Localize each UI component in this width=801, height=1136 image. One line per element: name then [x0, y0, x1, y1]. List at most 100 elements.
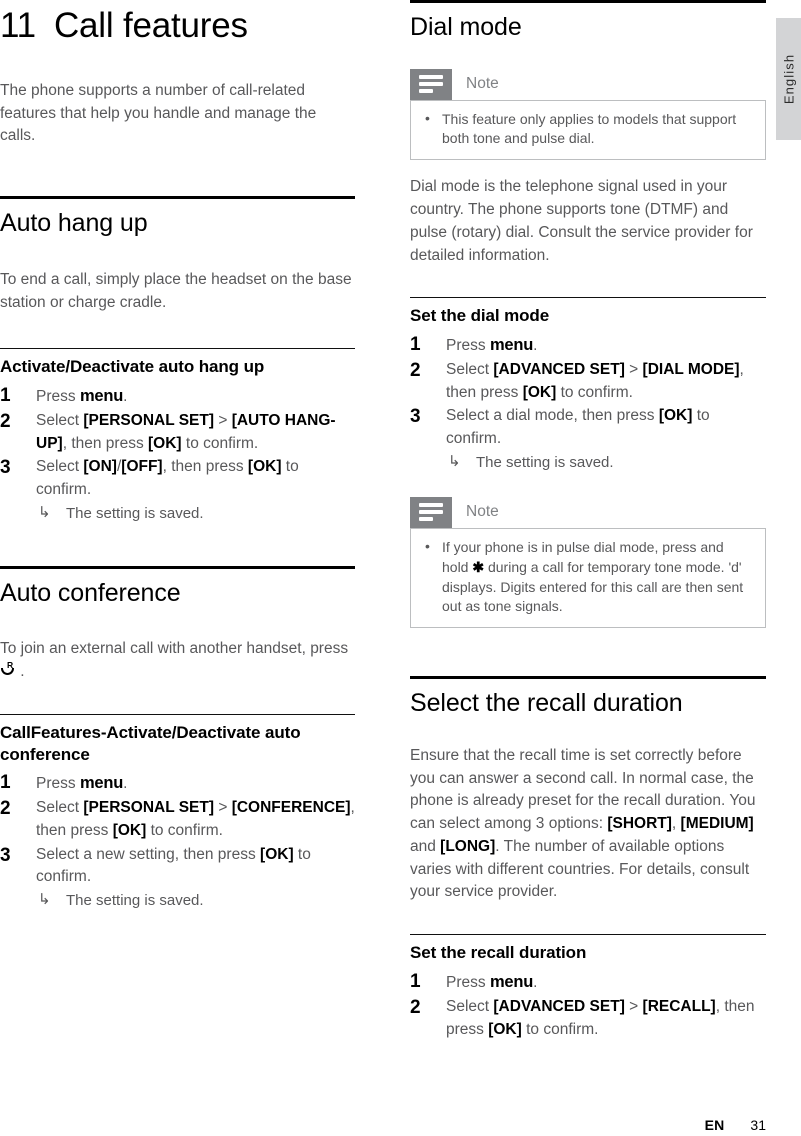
step-number: 1 [0, 772, 11, 794]
step-result: ↳ The setting is saved. [446, 452, 766, 474]
step-item: 1 Press menu. [410, 970, 766, 995]
result-arrow-icon: ↳ [38, 503, 51, 521]
step-text: Select [ADVANCED SET] > [RECALL], then p… [446, 997, 755, 1038]
section-rule-thick [410, 676, 766, 680]
step-keyword-menu: menu [489, 973, 534, 991]
steps-activate-auto-hang-up: 1 Press menu. 2 Select [PERSONAL SET] > … [0, 384, 355, 525]
step-item: 2 Select [PERSONAL SET] > [CONFERENCE], … [0, 797, 355, 843]
chapter-heading: 11 Call features [0, 6, 355, 46]
step-item: 2 Select [ADVANCED SET] > [DIAL MODE], t… [410, 359, 766, 405]
step-text-prefix: Press [36, 775, 80, 793]
subsection-rule-thin [410, 297, 766, 299]
dial-mode-paragraph: Dial mode is the telephone signal used i… [410, 178, 753, 264]
step-text-prefix: Press [446, 974, 490, 991]
subsection-heading-activate-auto-hang-up: Activate/Deactivate auto hang up [0, 357, 265, 377]
step-number: 3 [410, 406, 421, 428]
step-keyword-menu: menu [79, 387, 124, 406]
note-box-pulse-dial: Note If your phone is in pulse dial mode… [410, 496, 766, 629]
result-arrow-icon: ↳ [38, 891, 51, 909]
note-header: Note [410, 496, 766, 528]
note-label: Note [466, 75, 499, 92]
subsection-heading-activate-auto-conference: CallFeatures-Activate/Deactivate auto co… [0, 722, 301, 764]
auto-hang-up-paragraph: To end a call, simply place the headset … [0, 270, 352, 311]
step-keyword-menu: menu [79, 774, 124, 793]
section-heading-auto-conference: Auto conference [0, 578, 181, 607]
steps-activate-auto-conference: 1 Press menu. 2 Select [PERSONAL SET] > … [0, 771, 355, 912]
step-item: 3 Select a dial mode, then press [OK] to… [410, 405, 766, 473]
note-box-dial-mode: Note This feature only applies to models… [410, 68, 766, 161]
result-arrow-icon: ↳ [448, 453, 461, 471]
step-text-suffix: . [533, 337, 538, 355]
step-text-prefix: Press [36, 388, 80, 406]
auto-conference-text-suffix: . [16, 662, 25, 680]
subsection-heading-set-dial-mode: Set the dial mode [410, 306, 550, 326]
step-item: 1 Press menu. [0, 771, 355, 796]
chapter-number: 11 [0, 6, 36, 45]
step-number: 2 [410, 996, 421, 1018]
chapter-intro-paragraph: The phone supports a number of call-rela… [0, 81, 317, 145]
step-text: Select [ADVANCED SET] > [DIAL MODE], the… [446, 360, 744, 401]
step-text-suffix: . [533, 974, 538, 991]
step-number: 2 [0, 798, 11, 820]
note-item: If your phone is in pulse dial mode, pre… [423, 537, 753, 618]
subsection-rule-thin [0, 348, 355, 350]
step-text-suffix: . [123, 775, 128, 793]
auto-conference-paragraph: To join an external call with another ha… [0, 638, 355, 684]
subsection-rule-thin [410, 934, 766, 936]
step-number: 2 [410, 359, 421, 381]
note-lines-icon [410, 496, 452, 528]
left-column: 11 Call features The phone supports a num… [0, 0, 355, 913]
section-rule-thick [0, 196, 355, 200]
step-number: 1 [410, 971, 421, 992]
step-item: 1 Press menu. [0, 384, 355, 409]
steps-set-dial-mode: 1 Press menu. 2 Select [ADVANCED SET] > … [410, 333, 766, 474]
subsection-heading-set-recall-duration: Set the recall duration [410, 943, 587, 963]
note-body: This feature only applies to models that… [410, 99, 766, 161]
step-item: 3 Select a new setting, then press [OK] … [0, 844, 355, 912]
subsection-rule-thin [0, 713, 355, 715]
step-number: 3 [0, 457, 11, 479]
step-text-suffix: . [123, 388, 128, 406]
step-keyword-menu: menu [489, 336, 534, 355]
step-item: 3 Select [ON]/[OFF], then press [OK] to … [0, 456, 355, 524]
result-text: The setting is saved. [66, 504, 204, 522]
step-text: Select [PERSONAL SET] > [CONFERENCE], th… [36, 799, 355, 839]
step-result: ↳ The setting is saved. [36, 503, 355, 525]
note-lines-icon [410, 68, 452, 100]
language-tab-label: English [781, 53, 796, 105]
step-text-prefix: Press [446, 337, 490, 355]
note-header: Note [410, 68, 766, 100]
note-item: This feature only applies to models that… [423, 109, 753, 150]
footer-page-number: 31 [750, 1117, 766, 1133]
page-footer: EN 31 [0, 1117, 766, 1133]
step-text: Select a dial mode, then press [OK] to c… [446, 407, 710, 448]
step-result: ↳ The setting is saved. [36, 890, 355, 912]
chapter-title: Call features [53, 6, 248, 45]
step-item: 1 Press menu. [410, 333, 766, 358]
section-heading-dial-mode: Dial mode [410, 13, 522, 41]
note-label: Note [466, 503, 499, 521]
step-item: 2 Select [ADVANCED SET] > [RECALL], then… [410, 996, 766, 1042]
footer-locale: EN [704, 1117, 725, 1133]
step-text: Select [ON]/[OFF], then press [OK] to co… [36, 458, 299, 499]
right-column: Dial mode Note This feature only applies… [410, 0, 766, 1042]
steps-set-recall-duration: 1 Press menu. 2 Select [ADVANCED SET] > … [410, 970, 766, 1041]
manual-page: English 11 Call features The phone suppor… [0, 0, 801, 1136]
note-body: If your phone is in pulse dial mode, pre… [410, 527, 766, 629]
auto-conference-text-prefix: To join an external call with another ha… [0, 640, 349, 658]
step-number: 1 [410, 334, 421, 356]
result-text: The setting is saved. [476, 454, 614, 472]
section-heading-auto-hang-up: Auto hang up [0, 209, 148, 238]
step-item: 2 Select [PERSONAL SET] > [AUTO HANG-UP]… [0, 410, 355, 456]
step-text: Select a new setting, then press [OK] to… [36, 845, 311, 886]
language-tab: English [776, 18, 801, 140]
step-number: 1 [0, 385, 11, 407]
step-text: Select [PERSONAL SET] > [AUTO HANG-UP], … [36, 411, 336, 452]
recall-duration-paragraph: Ensure that the recall time is set corre… [410, 746, 756, 901]
section-rule-thick [410, 0, 766, 3]
result-text: The setting is saved. [66, 892, 204, 910]
conference-key-icon: R [0, 661, 16, 678]
section-heading-recall-duration: Select the recall duration [410, 689, 683, 718]
section-rule-thick [0, 565, 355, 569]
step-number: 3 [0, 844, 11, 866]
